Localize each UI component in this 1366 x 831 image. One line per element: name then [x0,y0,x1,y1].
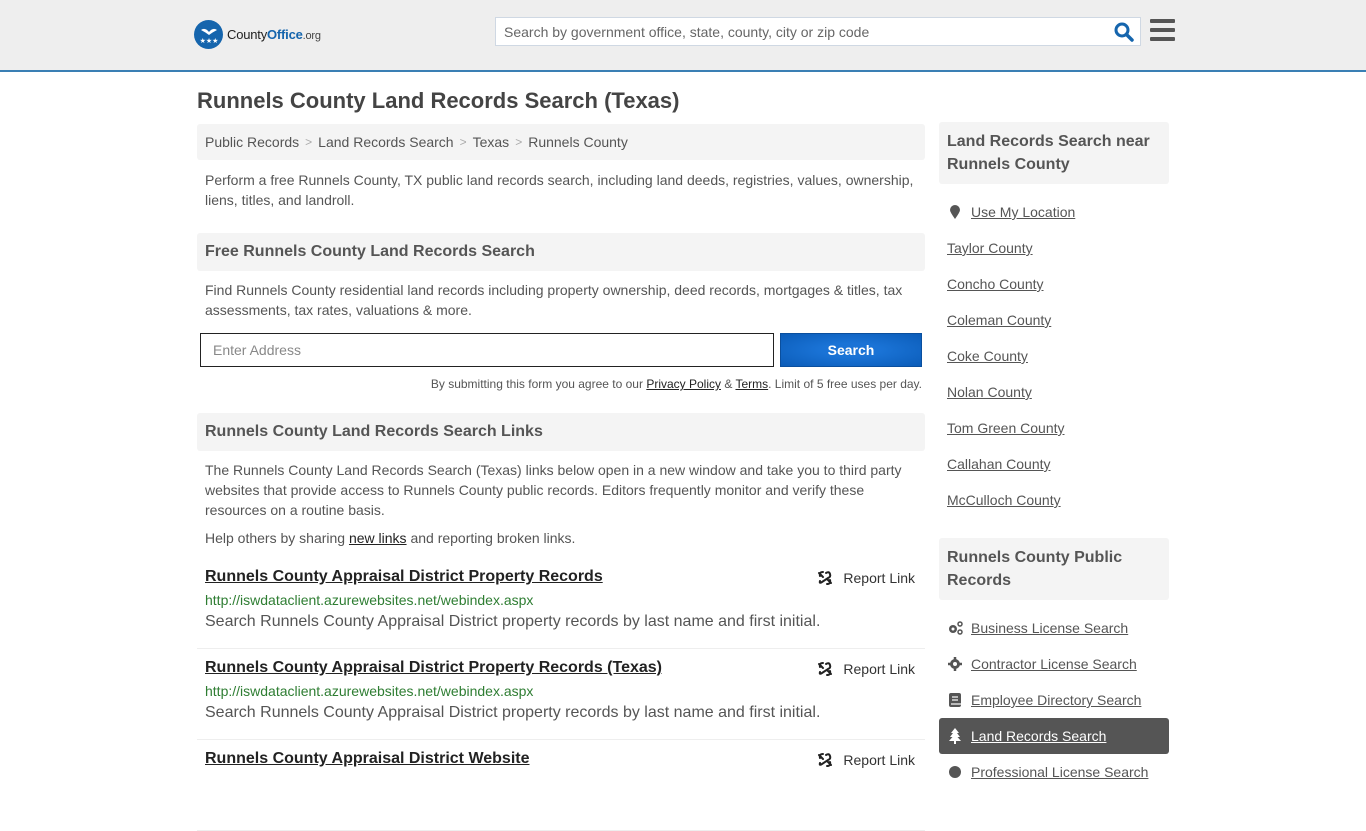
resource-link-title[interactable]: Runnels County Appraisal District Websit… [205,750,530,768]
nearby-heading: Land Records Search near Runnels County [939,122,1169,184]
nearby-county-item: Tom Green County [939,410,1169,446]
nearby-list: Use My Location Taylor County Concho Cou… [939,194,1169,518]
breadcrumb-separator: > [459,135,467,149]
links-intro-text: The Runnels County Land Records Search (… [205,462,902,518]
use-my-location-item[interactable]: Use My Location [939,194,1169,230]
breadcrumb-texas[interactable]: Texas [473,134,510,150]
report-link-label: Report Link [843,570,915,586]
public-record-item: Employee Directory Search [939,682,1169,718]
links-heading: Runnels County Land Records Search Links [197,413,925,451]
resource-link-description: Search Runnels County Appraisal District… [205,613,821,630]
nearby-county-link[interactable]: Nolan County [947,384,1032,400]
public-record-link[interactable]: Land Records Search [971,728,1106,744]
public-record-item-active: Land Records Search [939,718,1169,754]
nearby-county-item: Nolan County [939,374,1169,410]
public-record-link[interactable]: Business License Search [971,620,1128,636]
svg-text:★★★: ★★★ [199,37,218,45]
page-title: Runnels County Land Records Search (Texa… [197,88,680,113]
nearby-county-item: Coke County [939,338,1169,374]
help-text: Help others by sharing new links and rep… [197,520,925,546]
disclaimer-suffix: . Limit of 5 free uses per day. [768,377,922,391]
nearby-county-link[interactable]: Tom Green County [947,420,1065,436]
broken-link-icon [818,571,833,585]
nearby-county-link[interactable]: Concho County [947,276,1044,292]
site-search [495,17,1141,46]
help-suffix: and reporting broken links. [406,530,576,546]
report-link-label: Report Link [843,752,915,768]
resource-links-list: Runnels County Appraisal District Proper… [197,558,925,831]
nearby-county-item: McCulloch County [939,482,1169,518]
nearby-county-link[interactable]: McCulloch County [947,492,1061,508]
address-search-form: Search [197,333,925,367]
hamburger-menu-icon[interactable] [1150,19,1175,41]
nearby-county-link[interactable]: Taylor County [947,240,1033,256]
public-record-item: Contractor License Search [939,646,1169,682]
public-records-list: Business License Search Contractor Licen… [939,610,1169,790]
resource-link-item: Runnels County Appraisal District Proper… [197,649,925,740]
breadcrumb-runnels-county[interactable]: Runnels County [528,134,628,150]
report-link-button[interactable]: Report Link [817,752,915,768]
breadcrumb-separator: > [515,135,523,149]
nearby-county-item: Taylor County [939,230,1169,266]
intro-text: Perform a free Runnels County, TX public… [205,172,914,208]
logo-text: CountyOffice.org [227,27,321,42]
nearby-county-item: Concho County [939,266,1169,302]
public-records-heading: Runnels County Public Records [939,538,1169,600]
address-search-button[interactable]: Search [780,333,922,367]
public-record-item: Business License Search [939,610,1169,646]
site-logo[interactable]: ★★★ CountyOffice.org [194,20,321,49]
public-record-link[interactable]: Professional License Search [971,764,1148,780]
address-input[interactable] [200,333,774,367]
gears-icon [947,620,963,636]
use-my-location-link[interactable]: Use My Location [971,204,1075,220]
gear-icon [947,656,963,672]
new-links-link[interactable]: new links [349,530,407,546]
map-pin-icon [947,204,963,220]
main-content: Public Records > Land Records Search > T… [197,124,925,831]
public-record-item: Professional License Search [939,754,1169,790]
resource-link-title[interactable]: Runnels County Appraisal District Proper… [205,659,662,677]
help-prefix: Help others by sharing [205,530,349,546]
disclaimer-prefix: By submitting this form you agree to our [430,377,647,391]
resource-link-url: http://iswdataclient.azurewebsites.net/w… [205,683,534,699]
report-link-button[interactable]: Report Link [817,570,915,586]
search-icon[interactable] [1114,22,1134,42]
public-record-link[interactable]: Contractor License Search [971,656,1137,672]
privacy-policy-link[interactable]: Privacy Policy [646,377,721,391]
eagle-logo-icon: ★★★ [194,20,223,49]
broken-link-icon [818,753,833,767]
broken-link-icon [818,662,833,676]
resource-link-description: Search Runnels County Appraisal District… [205,704,821,721]
disclaimer-amp: & [721,377,736,391]
sidebar: Land Records Search near Runnels County … [939,122,1169,790]
site-search-input[interactable] [496,18,1096,45]
resource-link-item: Runnels County Appraisal District Websit… [197,740,925,831]
site-header: ★★★ CountyOffice.org [0,0,1366,72]
report-link-button[interactable]: Report Link [817,661,915,677]
free-search-text: Find Runnels County residential land rec… [205,282,903,318]
resource-link-url: http://iswdataclient.azurewebsites.net/w… [205,592,534,608]
nearby-county-item: Coleman County [939,302,1169,338]
resource-link-item: Runnels County Appraisal District Proper… [197,558,925,649]
nearby-county-link[interactable]: Coleman County [947,312,1051,328]
breadcrumb-land-records-search[interactable]: Land Records Search [318,134,453,150]
report-link-label: Report Link [843,661,915,677]
breadcrumb-separator: > [305,135,313,149]
free-search-heading: Free Runnels County Land Records Search [197,233,925,271]
nearby-county-link[interactable]: Coke County [947,348,1028,364]
nearby-county-item: Callahan County [939,446,1169,482]
resource-link-title[interactable]: Runnels County Appraisal District Proper… [205,568,603,586]
book-icon [947,692,963,708]
form-disclaimer: By submitting this form you agree to our… [197,377,925,391]
breadcrumb-public-records[interactable]: Public Records [205,134,299,150]
terms-link[interactable]: Terms [735,377,768,391]
public-record-link[interactable]: Employee Directory Search [971,692,1141,708]
nearby-county-link[interactable]: Callahan County [947,456,1051,472]
badge-icon [947,764,963,780]
breadcrumb: Public Records > Land Records Search > T… [197,124,925,160]
tree-icon [947,728,963,744]
